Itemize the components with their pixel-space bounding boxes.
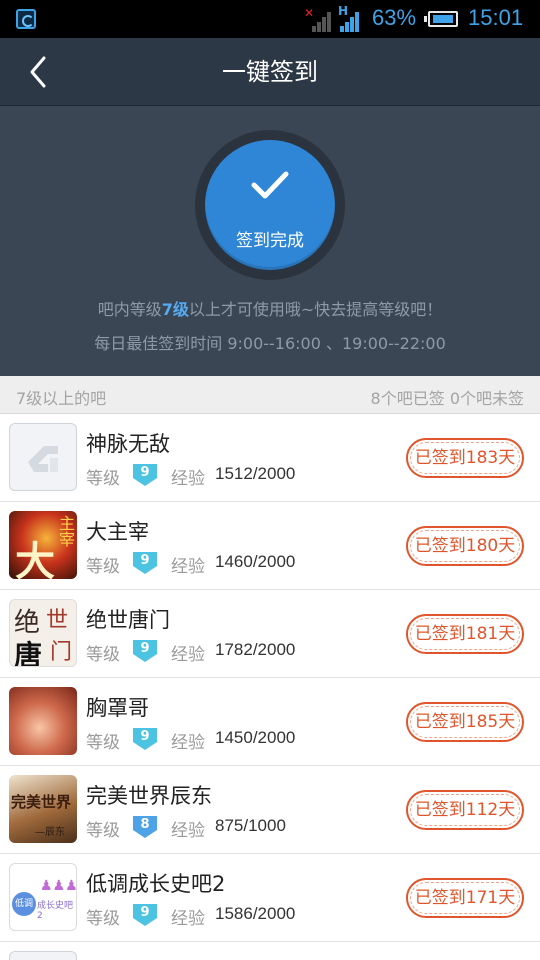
signed-days-stamp: 已签到181天 (406, 614, 524, 654)
forum-name: 大主宰 (86, 520, 149, 544)
sign-in-panel: 签到完成 吧内等级7级以上才可使用哦~快去提高等级吧！ 每日最佳签到时间 9:0… (0, 106, 540, 376)
level-badge: 8 (131, 814, 159, 840)
level-label: 等级 (86, 469, 120, 489)
forum-row[interactable] (0, 942, 540, 960)
exp-value: 1586/2000 (215, 904, 296, 923)
forum-row[interactable]: 神脉无敌 等级 9 经验 1512/2000 已签到183天 (0, 414, 540, 502)
forum-list: 神脉无敌 等级 9 经验 1512/2000 已签到183天 大 主宰 大主宰 … (0, 414, 540, 960)
section-title: 7级以上的吧 (16, 389, 107, 408)
signed-days-stamp: 已签到180天 (406, 526, 524, 566)
app-notification-icon (16, 9, 36, 29)
signed-days-stamp: 已签到183天 (406, 438, 524, 478)
signed-days-stamp: 已签到171天 (406, 878, 524, 918)
level-badge: 9 (131, 638, 159, 664)
page-title: 一键签到 (222, 58, 318, 86)
battery-percent: 63% (372, 5, 417, 30)
forum-name: 完美世界辰东 (86, 784, 212, 808)
forum-name: 绝世唐门 (86, 608, 170, 632)
exp-value: 1450/2000 (215, 728, 296, 747)
forum-row[interactable]: 胸罩哥 等级 9 经验 1450/2000 已签到185天 (0, 678, 540, 766)
forum-name: 神脉无敌 (86, 432, 170, 456)
level-label: 等级 (86, 645, 120, 665)
section-header: 7级以上的吧 8个吧已签 0个吧未签 (0, 376, 540, 414)
sign-summary: 8个吧已签 0个吧未签 (370, 389, 524, 408)
required-level: 7级 (161, 300, 189, 319)
default-forum-icon (28, 446, 58, 472)
forum-avatar (9, 687, 77, 755)
clock: 15:01 (468, 5, 524, 30)
signed-days-stamp: 已签到185天 (406, 702, 524, 742)
forum-name: 胸罩哥 (86, 696, 149, 720)
sim-signal-icon: ✕ (304, 6, 332, 32)
exp-value: 1460/2000 (215, 552, 296, 571)
exp-label: 经验 (171, 557, 205, 577)
level-label: 等级 (86, 557, 120, 577)
best-sign-time: 每日最佳签到时间 9:00--16:00 、19:00--22:00 (94, 334, 446, 353)
exp-value: 1782/2000 (215, 640, 296, 659)
level-badge: 9 (131, 462, 159, 488)
sign-button-label: 签到完成 (236, 231, 304, 251)
status-bar: ✕ H 63% 15:01 (0, 0, 540, 38)
forum-avatar: 绝 世 唐 门 (9, 599, 77, 667)
forum-row[interactable]: 完美世界 —辰东 完美世界辰东 等级 8 经验 875/1000 已签到112天 (0, 766, 540, 854)
forum-avatar (9, 951, 77, 960)
mobile-data-icon: H (338, 4, 366, 32)
checkmark-icon (251, 171, 289, 199)
forum-avatar: 完美世界 —辰东 (9, 775, 77, 843)
sign-in-button[interactable]: 签到完成 (205, 140, 335, 270)
exp-value: 875/1000 (215, 816, 286, 835)
level-requirement-notice: 吧内等级7级以上才可使用哦~快去提高等级吧！ (97, 300, 443, 319)
exp-value: 1512/2000 (215, 464, 296, 483)
exp-label: 经验 (171, 909, 205, 929)
level-label: 等级 (86, 821, 120, 841)
forum-avatar: 大 主宰 (9, 511, 77, 579)
battery-icon (424, 11, 458, 27)
signed-days-stamp: 已签到112天 (406, 790, 524, 830)
level-label: 等级 (86, 733, 120, 753)
title-bar: 一键签到 (0, 38, 540, 106)
exp-label: 经验 (171, 645, 205, 665)
level-badge: 9 (131, 550, 159, 576)
forum-row[interactable]: ♟♟♟ 低调 成长史吧2 低调成长史吧2 等级 9 经验 1586/2000 已… (0, 854, 540, 942)
forum-avatar (9, 423, 77, 491)
level-badge: 9 (131, 726, 159, 752)
exp-label: 经验 (171, 821, 205, 841)
level-badge: 9 (131, 902, 159, 928)
exp-label: 经验 (171, 733, 205, 753)
forum-name: 低调成长史吧2 (86, 872, 226, 896)
level-label: 等级 (86, 909, 120, 929)
forum-row[interactable]: 绝 世 唐 门 绝世唐门 等级 9 经验 1782/2000 已签到181天 (0, 590, 540, 678)
exp-label: 经验 (171, 469, 205, 489)
forum-row[interactable]: 大 主宰 大主宰 等级 9 经验 1460/2000 已签到180天 (0, 502, 540, 590)
forum-avatar: ♟♟♟ 低调 成长史吧2 (9, 863, 77, 931)
